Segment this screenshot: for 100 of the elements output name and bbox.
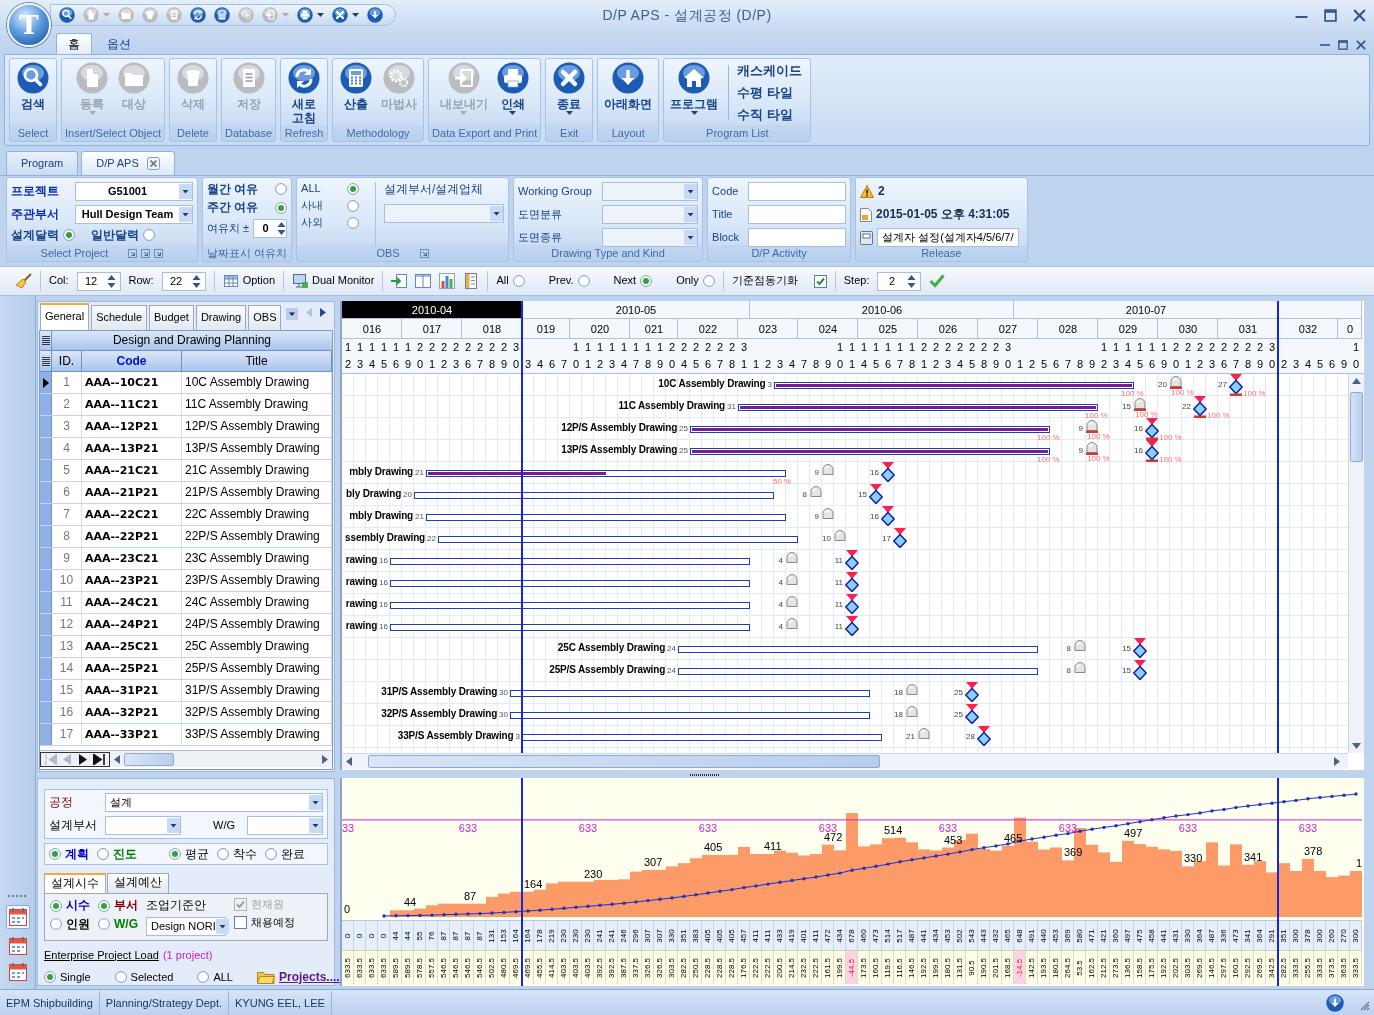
- group-radio[interactable]: 부서: [98, 898, 138, 913]
- last-record-icon[interactable]: [93, 753, 105, 765]
- month-header[interactable]: 2010-05: [522, 301, 750, 319]
- navigation-radio[interactable]: All: [496, 274, 525, 288]
- close-icon[interactable]: [1356, 40, 1366, 50]
- project-combo[interactable]: Hull Design Team: [75, 205, 193, 224]
- scope-radio[interactable]: Selected: [114, 970, 174, 984]
- ribbon-button[interactable]: 산출: [337, 59, 376, 126]
- task-bar[interactable]: [510, 712, 870, 719]
- folder-icon[interactable]: [256, 970, 275, 985]
- unit-radio[interactable]: 시수: [50, 898, 90, 913]
- panel-tab[interactable]: 설계시수: [44, 873, 106, 894]
- grid-tab[interactable]: General: [40, 303, 90, 330]
- column-chooser-icon[interactable]: [41, 356, 50, 366]
- margin-radio[interactable]: 주간 여유: [207, 200, 288, 215]
- column-chooser-icon[interactable]: [41, 336, 50, 345]
- grid-tab[interactable]: Drawing: [195, 305, 247, 330]
- month-header[interactable]: 2010-04: [342, 301, 522, 319]
- task-bar[interactable]: [414, 492, 774, 499]
- obs-radio[interactable]: 사외: [301, 216, 360, 230]
- month-header[interactable]: 2010-07: [1014, 301, 1278, 319]
- refresh-icon[interactable]: [190, 7, 206, 23]
- task-bar[interactable]: [390, 580, 750, 587]
- task-bar[interactable]: [522, 734, 882, 741]
- row-header[interactable]: [40, 372, 52, 393]
- text-field[interactable]: [748, 205, 847, 224]
- toolbar-button[interactable]: Option: [222, 273, 276, 289]
- scroll-thumb[interactable]: [368, 755, 880, 768]
- horizontal-scrollbar[interactable]: [342, 753, 1348, 769]
- project-combo[interactable]: G51001: [75, 182, 193, 201]
- column-header[interactable]: Code: [82, 351, 182, 371]
- task-bar[interactable]: [390, 602, 750, 609]
- group-radio[interactable]: W/G: [98, 916, 138, 932]
- enterprise-load-link[interactable]: Enterprise Project Load: [44, 948, 159, 962]
- panel-tab[interactable]: 설계예산: [107, 873, 169, 894]
- window-layout-link[interactable]: 수직 타일: [737, 103, 803, 126]
- toolbar-button[interactable]: Dual Monitor: [292, 273, 375, 289]
- window-layout-link[interactable]: 캐스케이드: [737, 59, 803, 82]
- plan-radio[interactable]: 진도: [97, 847, 137, 862]
- ribbon-button[interactable]: 아래화면: [602, 59, 655, 126]
- release-setting-field[interactable]: 설계자 설정(설계자4/5/6/7/: [877, 228, 1019, 247]
- column-header[interactable]: Title: [182, 351, 332, 371]
- unit-radio[interactable]: 인원: [50, 916, 90, 932]
- month-header[interactable]: 2010-06: [750, 301, 1014, 319]
- ribbon-tab[interactable]: 홈: [56, 32, 92, 54]
- vertical-scrollbar[interactable]: [1348, 374, 1364, 753]
- calendar-view-button[interactable]: [5, 905, 30, 929]
- obs-radio[interactable]: 사내: [301, 199, 360, 213]
- close-icon[interactable]: [332, 7, 348, 23]
- calendar-icon[interactable]: [8, 963, 27, 981]
- spin-arrows-icon[interactable]: [277, 220, 287, 236]
- ribbon-button[interactable]: 새로 고침: [285, 59, 324, 126]
- scope-radio[interactable]: Single: [44, 970, 91, 984]
- margin-radio[interactable]: 월간 여유: [207, 182, 288, 197]
- sync-checkbox[interactable]: 기준점동기화: [731, 274, 827, 288]
- navigation-radio[interactable]: Only: [676, 274, 715, 288]
- task-bar[interactable]: [426, 514, 786, 521]
- basis-radio[interactable]: 착수: [217, 847, 257, 862]
- scroll-thumb[interactable]: [124, 752, 174, 766]
- document-tab[interactable]: D/P APS: [81, 151, 175, 175]
- calendar-radio[interactable]: 일반달력: [91, 228, 155, 243]
- plan-radio[interactable]: 계획: [49, 847, 89, 862]
- bar-chart-icon[interactable]: [439, 273, 456, 289]
- spin-arrows-icon[interactable]: [907, 273, 917, 289]
- scroll-thumb[interactable]: [1350, 392, 1363, 462]
- grid-tab[interactable]: Schedule: [91, 305, 147, 330]
- calculator-icon[interactable]: [214, 7, 230, 23]
- process-combo[interactable]: 설계: [105, 793, 323, 812]
- ribbon-button[interactable]: 프로그램: [668, 59, 721, 126]
- maximize-icon[interactable]: [1324, 8, 1337, 22]
- task-bar[interactable]: [390, 558, 750, 565]
- step-spinbox[interactable]: 2: [877, 271, 922, 291]
- ribbon-tab[interactable]: 옵션: [95, 32, 143, 54]
- basis-radio[interactable]: 평균: [169, 847, 209, 862]
- search-icon[interactable]: [59, 7, 75, 23]
- ribbon-button[interactable]: 종료: [550, 59, 589, 126]
- resize-grip-icon[interactable]: [1360, 1001, 1370, 1011]
- scroll-right-icon[interactable]: [322, 754, 328, 764]
- task-bar[interactable]: [390, 624, 750, 631]
- printer-icon[interactable]: [297, 7, 313, 23]
- scope-radio[interactable]: ALL: [197, 970, 233, 984]
- scroll-up-icon[interactable]: [1352, 378, 1361, 384]
- scroll-right-icon[interactable]: [1334, 757, 1340, 766]
- ribbon-button[interactable]: 검색: [14, 59, 52, 126]
- navigation-radio[interactable]: Prev.: [548, 274, 590, 288]
- scroll-down-icon[interactable]: [1352, 743, 1361, 749]
- calendar-radio[interactable]: 설계달력: [11, 228, 75, 243]
- launcher-icon[interactable]: [419, 249, 429, 258]
- task-bar[interactable]: [426, 470, 786, 477]
- calendar-icon[interactable]: [8, 937, 27, 955]
- spin-arrows-icon[interactable]: [106, 273, 116, 289]
- basis-radio[interactable]: 완료: [265, 847, 305, 862]
- import-icon[interactable]: [391, 273, 408, 289]
- task-bar[interactable]: [510, 690, 870, 697]
- close-icon[interactable]: [1353, 8, 1366, 22]
- task-bar[interactable]: [438, 536, 798, 543]
- task-bar[interactable]: [678, 668, 1038, 675]
- spin-arrows-icon[interactable]: [191, 273, 201, 289]
- check-icon[interactable]: [929, 274, 946, 288]
- split-view-icon[interactable]: [415, 273, 432, 289]
